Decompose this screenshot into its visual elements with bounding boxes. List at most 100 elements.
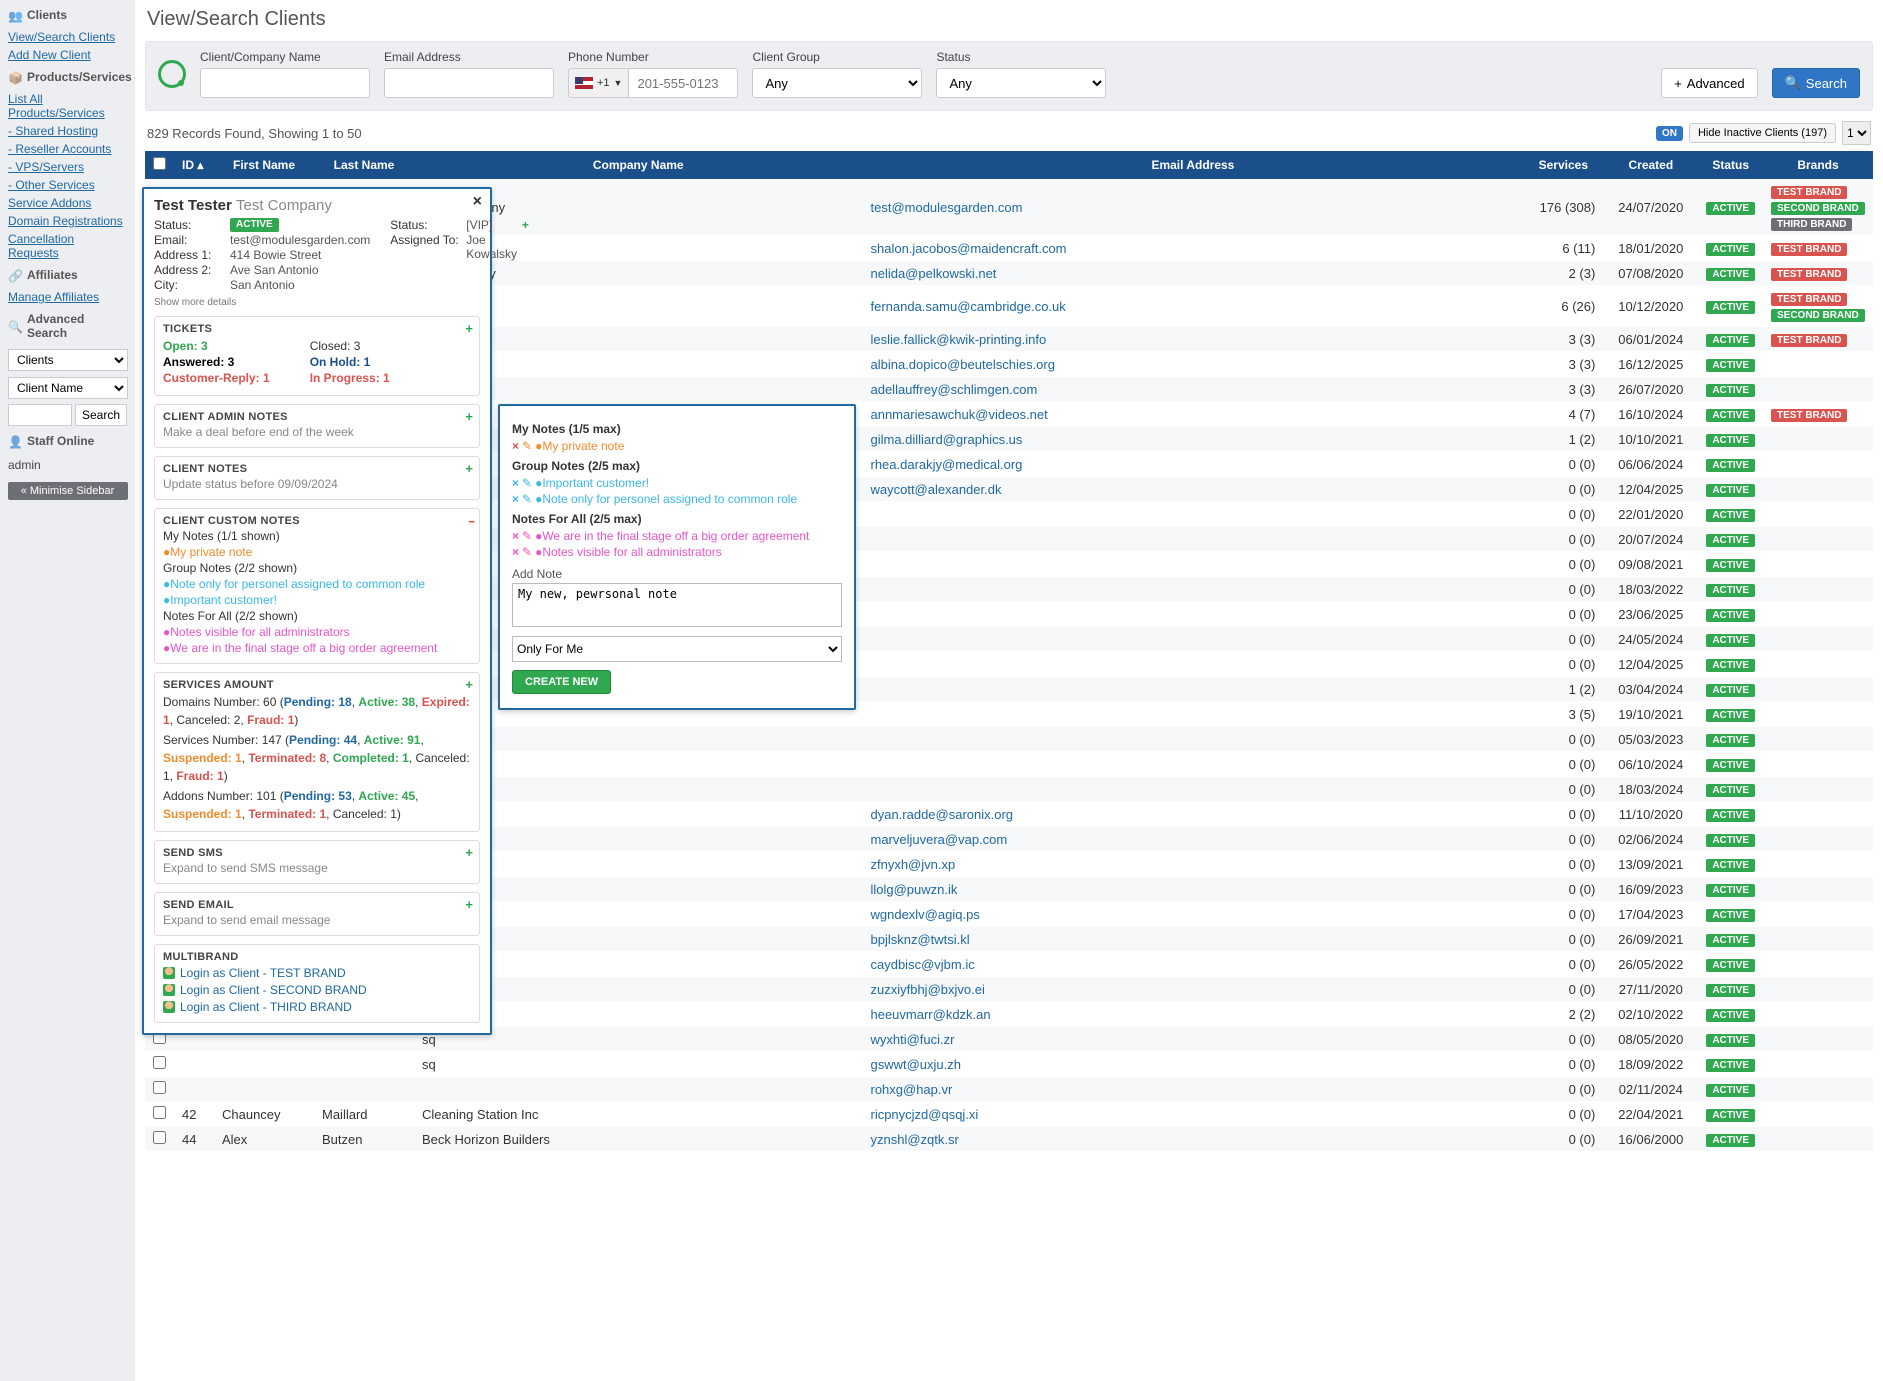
email-link[interactable]: bpjlsknz@twtsi.kl — [870, 932, 969, 947]
plus-icon[interactable]: + — [465, 677, 473, 692]
sidebar-link-other-services[interactable]: - Other Services — [0, 176, 135, 194]
sidebar-link-view-search[interactable]: View/Search Clients — [0, 28, 135, 46]
sidebar-link-addons[interactable]: Service Addons — [0, 194, 135, 212]
email-link[interactable]: gilma.dilliard@graphics.us — [870, 432, 1022, 447]
row-checkbox[interactable] — [153, 1081, 166, 1094]
email-link[interactable]: yznshl@zqtk.sr — [870, 1132, 958, 1147]
status-badge: ACTIVE — [1706, 434, 1755, 447]
cell-created: 11/10/2020 — [1603, 802, 1698, 827]
th-brands[interactable]: Brands — [1763, 151, 1873, 179]
sidebar-link-cancel-req[interactable]: Cancellation Requests — [0, 230, 135, 262]
th-id[interactable]: ID ▴ — [174, 151, 214, 179]
email-link[interactable]: rhea.darakjy@medical.org — [870, 457, 1022, 472]
plus-icon[interactable]: + — [522, 218, 529, 232]
hide-inactive-button[interactable]: Hide Inactive Clients (197) — [1689, 123, 1836, 143]
cell-status: ACTIVE — [1698, 877, 1763, 902]
adv-search-button[interactable]: Search — [75, 404, 127, 426]
search-button[interactable]: 🔍Search — [1772, 68, 1860, 98]
sidebar-link-reseller[interactable]: - Reseller Accounts — [0, 140, 135, 158]
email-link[interactable]: adellauffrey@schlimgen.com — [870, 382, 1037, 397]
sidebar-link-domain-reg[interactable]: Domain Registrations — [0, 212, 135, 230]
edit-icon[interactable] — [522, 545, 532, 559]
delete-icon[interactable]: × — [512, 529, 519, 543]
email-link[interactable]: leslie.fallick@kwik-printing.info — [870, 332, 1046, 347]
email-link[interactable]: marveljuvera@vap.com — [870, 832, 1007, 847]
email-link[interactable]: shalon.jacobos@maidencraft.com — [870, 241, 1066, 256]
minimise-sidebar-button[interactable]: « Minimise Sidebar — [8, 482, 128, 500]
email-link[interactable]: rohxg@hap.vr — [870, 1082, 952, 1097]
plus-icon[interactable]: + — [465, 461, 473, 476]
th-email[interactable]: Email Address — [862, 151, 1523, 179]
email-link[interactable]: zuzxiyfbhj@bxjvo.ei — [870, 982, 984, 997]
sidebar-link-list-products[interactable]: List All Products/Services — [0, 90, 135, 122]
email-link[interactable]: fernanda.samu@cambridge.co.uk — [870, 299, 1065, 314]
email-link[interactable]: caydbisc@vjbm.ic — [870, 957, 974, 972]
email-link[interactable]: albina.dopico@beutelschies.org — [870, 357, 1054, 372]
close-icon[interactable]: × — [473, 193, 482, 211]
table-row[interactable]: rohxg@hap.vr0 (0)02/11/2024ACTIVE — [145, 1077, 1873, 1102]
edit-icon[interactable] — [522, 476, 532, 490]
sidebar-link-vps[interactable]: - VPS/Servers — [0, 158, 135, 176]
email-link[interactable]: ricpnycjzd@qsqj.xi — [870, 1107, 978, 1122]
plus-icon[interactable]: + — [465, 897, 473, 912]
edit-icon[interactable] — [522, 529, 532, 543]
email-link[interactable]: waycott@alexander.dk — [870, 482, 1001, 497]
create-note-button[interactable]: CREATE NEW — [512, 670, 611, 694]
note-visibility-select[interactable]: Only For Me — [512, 636, 842, 662]
cell-brands: TEST BRAND — [1763, 236, 1873, 261]
show-more-link[interactable]: Show more details — [154, 297, 480, 308]
sidebar-link-manage-affiliates[interactable]: Manage Affiliates — [0, 288, 135, 306]
edit-icon[interactable] — [522, 492, 532, 506]
email-link[interactable]: dyan.radde@saronix.org — [870, 807, 1013, 822]
email-link[interactable]: llolg@puwzn.ik — [870, 882, 957, 897]
plus-icon[interactable]: + — [465, 845, 473, 860]
email-link[interactable]: annmariesawchuk@videos.net — [870, 407, 1047, 422]
filter-input-phone[interactable] — [628, 68, 738, 98]
row-checkbox[interactable] — [153, 1056, 166, 1069]
email-link[interactable]: gswwt@uxju.zh — [870, 1057, 961, 1072]
login-as-link[interactable]: Login as Client - THIRD BRAND — [163, 1000, 471, 1014]
email-link[interactable]: zfnyxh@jvn.xp — [870, 857, 955, 872]
row-checkbox[interactable] — [153, 1131, 166, 1144]
email-link[interactable]: nelida@pelkowski.net — [870, 266, 996, 281]
advanced-filter-button[interactable]: +Advanced — [1661, 68, 1757, 98]
sidebar-link-shared-hosting[interactable]: - Shared Hosting — [0, 122, 135, 140]
table-row[interactable]: 44AlexButzenBeck Horizon Buildersyznshl@… — [145, 1127, 1873, 1152]
th-services[interactable]: Services — [1523, 151, 1603, 179]
filter-input-name[interactable] — [200, 68, 370, 98]
th-first[interactable]: First Name — [214, 151, 314, 179]
delete-icon[interactable]: × — [512, 545, 519, 559]
plus-icon[interactable]: + — [465, 409, 473, 424]
login-as-link[interactable]: Login as Client - TEST BRAND — [163, 966, 471, 980]
email-link[interactable]: wyxhti@fuci.zr — [870, 1032, 954, 1047]
adv-search-type-select[interactable]: Clients — [8, 349, 128, 371]
adv-search-field-select[interactable]: Client Name — [8, 377, 128, 399]
row-checkbox[interactable] — [153, 1106, 166, 1119]
delete-icon[interactable]: × — [512, 492, 519, 506]
delete-icon[interactable]: × — [512, 476, 519, 490]
select-all-checkbox[interactable] — [153, 157, 166, 170]
login-as-link[interactable]: Login as Client - SECOND BRAND — [163, 983, 471, 997]
edit-icon[interactable] — [522, 439, 532, 453]
page-select[interactable]: 1 — [1842, 121, 1871, 145]
th-created[interactable]: Created — [1603, 151, 1698, 179]
table-row[interactable]: 42ChaunceyMaillardCleaning Station Incri… — [145, 1102, 1873, 1127]
th-last[interactable]: Last Name — [314, 151, 414, 179]
filter-select-group[interactable]: Any — [752, 68, 922, 98]
sidebar-link-add-client[interactable]: Add New Client — [0, 46, 135, 64]
email-link[interactable]: heeuvmarr@kdzk.an — [870, 1007, 990, 1022]
phone-country-selector[interactable]: +1 ▼ — [568, 68, 628, 98]
collapse-icon[interactable]: -- — [468, 513, 473, 528]
email-link[interactable]: wgndexlv@agiq.ps — [870, 907, 979, 922]
filter-input-email[interactable] — [384, 68, 554, 98]
th-company[interactable]: Company Name — [414, 151, 862, 179]
adv-search-input[interactable] — [8, 404, 72, 426]
th-status[interactable]: Status — [1698, 151, 1763, 179]
table-row[interactable]: sqgswwt@uxju.zh0 (0)18/09/2022ACTIVE — [145, 1052, 1873, 1077]
plus-icon[interactable]: + — [465, 321, 473, 336]
add-note-textarea[interactable] — [512, 583, 842, 627]
toggle-on-badge[interactable]: ON — [1656, 126, 1683, 141]
delete-icon[interactable]: × — [512, 439, 519, 453]
filter-select-status[interactable]: Any — [936, 68, 1106, 98]
email-link[interactable]: test@modulesgarden.com — [870, 200, 1022, 215]
